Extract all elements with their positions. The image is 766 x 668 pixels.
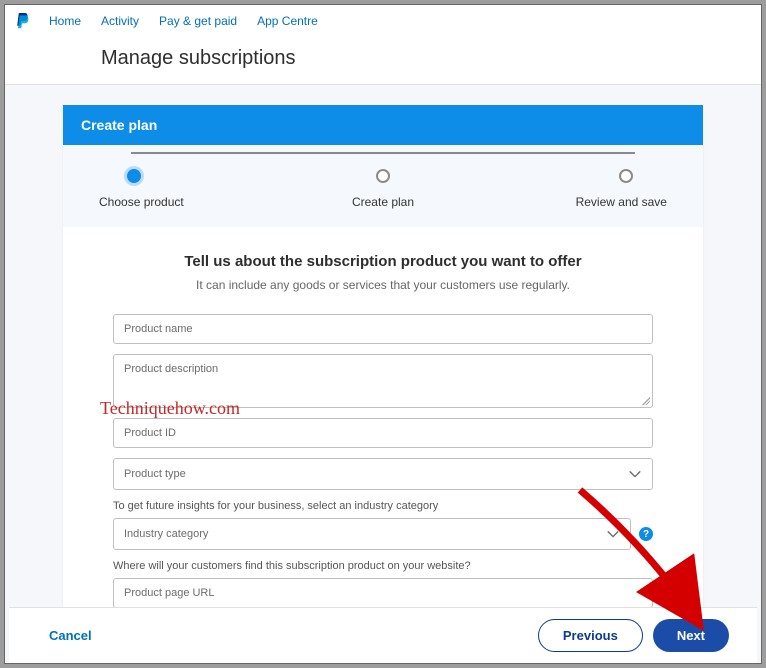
step-label: Create plan xyxy=(352,195,414,209)
product-page-url-input[interactable]: Product page URL xyxy=(113,578,653,608)
page-url-helper: Where will your customers find this subs… xyxy=(113,560,653,572)
select-placeholder: Industry category xyxy=(124,528,208,540)
info-icon[interactable]: ? xyxy=(639,527,653,541)
cancel-button[interactable]: Cancel xyxy=(49,628,92,643)
subscription-card: Create plan Choose product Create plan R… xyxy=(63,105,703,664)
product-type-select[interactable]: Product type xyxy=(113,458,653,490)
product-description-input[interactable]: Product description xyxy=(113,354,653,408)
button-group: Previous Next xyxy=(538,619,729,652)
form-title: Tell us about the subscription product y… xyxy=(113,253,653,270)
chevron-down-icon xyxy=(628,467,642,481)
card-header: Create plan xyxy=(63,105,703,145)
nav-home[interactable]: Home xyxy=(49,14,81,28)
next-button[interactable]: Next xyxy=(653,619,729,652)
stepper-line xyxy=(131,152,635,154)
resize-handle-icon[interactable] xyxy=(642,397,650,405)
nav-app-centre[interactable]: App Centre xyxy=(257,14,318,28)
nav-activity[interactable]: Activity xyxy=(101,14,139,28)
step-review-save: Review and save xyxy=(478,169,667,209)
chevron-down-icon xyxy=(606,527,620,541)
stepper: Choose product Create plan Review and sa… xyxy=(63,145,703,227)
product-name-input[interactable]: Product name xyxy=(113,314,653,344)
step-create-plan: Create plan xyxy=(288,169,477,209)
product-id-input[interactable]: Product ID xyxy=(113,418,653,448)
form-area: Tell us about the subscription product y… xyxy=(63,227,703,664)
industry-category-select[interactable]: Industry category xyxy=(113,518,631,550)
footer-bar: Cancel Previous Next xyxy=(9,607,757,663)
step-dot-icon xyxy=(376,169,390,183)
page-title: Manage subscriptions xyxy=(5,37,761,85)
app-frame: Home Activity Pay & get paid App Centre … xyxy=(4,4,762,664)
previous-button[interactable]: Previous xyxy=(538,619,643,652)
paypal-logo-icon xyxy=(15,13,29,29)
content-area: Create plan Choose product Create plan R… xyxy=(5,85,761,664)
select-placeholder: Product type xyxy=(124,468,186,480)
step-choose-product: Choose product xyxy=(99,169,288,209)
industry-helper: To get future insights for your business… xyxy=(113,500,653,512)
step-dot-icon xyxy=(619,169,633,183)
step-dot-icon xyxy=(127,169,141,183)
step-label: Choose product xyxy=(99,195,184,209)
nav-pay-get-paid[interactable]: Pay & get paid xyxy=(159,14,237,28)
top-nav: Home Activity Pay & get paid App Centre xyxy=(5,5,761,37)
step-label: Review and save xyxy=(576,195,667,209)
placeholder-text: Product description xyxy=(124,363,218,375)
form-subtitle: It can include any goods or services tha… xyxy=(113,278,653,292)
